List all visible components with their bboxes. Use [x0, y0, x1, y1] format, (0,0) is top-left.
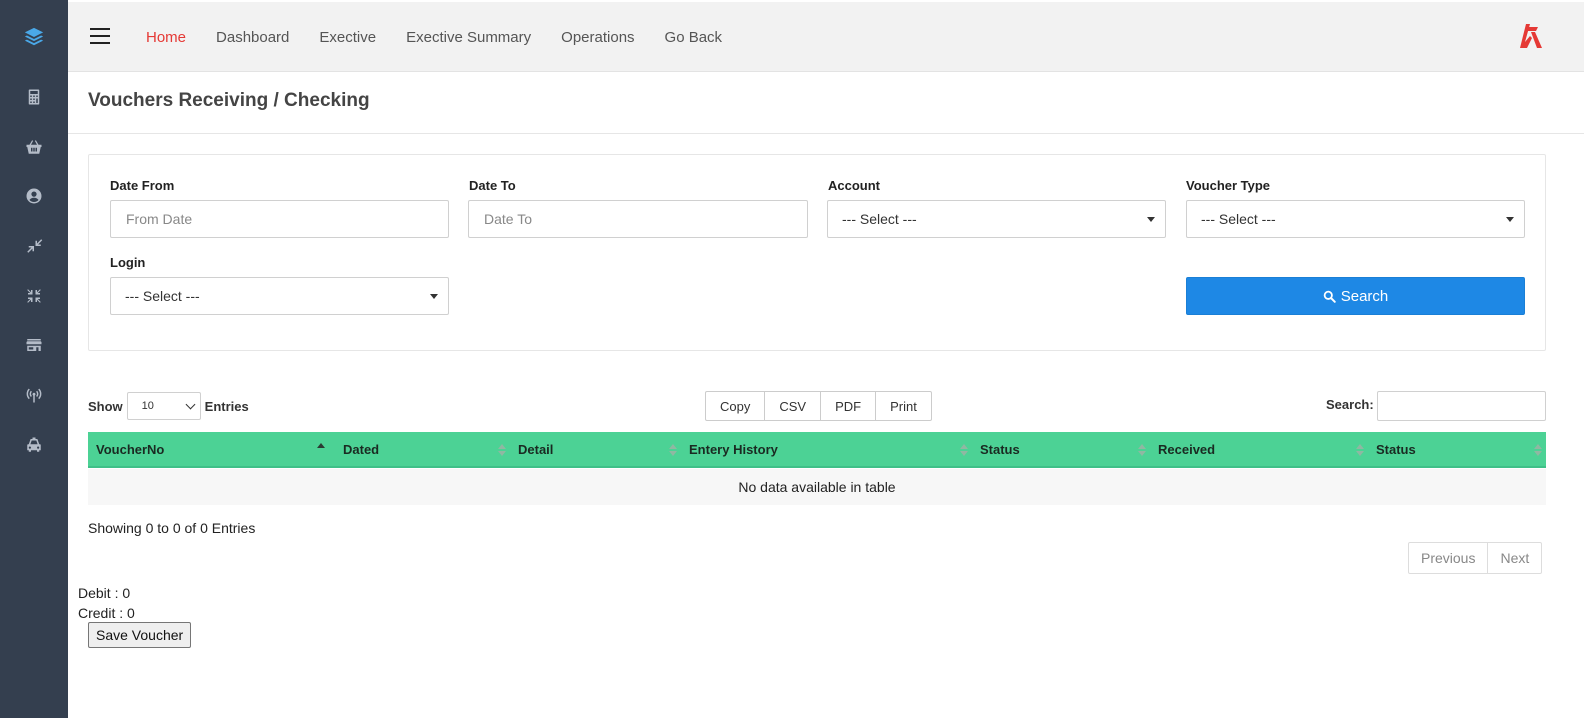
- table-info: Showing 0 to 0 of 0 Entries: [88, 520, 256, 536]
- column-label: VoucherNo: [96, 441, 165, 457]
- login-label: Login: [110, 255, 146, 270]
- save-voucher-button[interactable]: Save Voucher: [88, 622, 192, 648]
- column-header-dated[interactable]: Dated: [335, 432, 510, 466]
- nav-exective-summary[interactable]: Exective Summary: [406, 29, 531, 46]
- nav-dashboard[interactable]: Dashboard: [216, 29, 289, 46]
- chevron-down-icon: [1147, 217, 1155, 222]
- brand-logo-icon[interactable]: [1516, 22, 1544, 50]
- collapse-arrows-icon[interactable]: [0, 281, 68, 311]
- nav-go-back[interactable]: Go Back: [665, 29, 723, 46]
- account-select[interactable]: --- Select ---: [827, 200, 1166, 238]
- csv-button[interactable]: CSV: [764, 391, 822, 421]
- date-to-label: Date To: [469, 178, 516, 193]
- show-label: Show: [88, 398, 123, 414]
- previous-page-button[interactable]: Previous: [1408, 542, 1489, 574]
- copy-button[interactable]: Copy: [705, 391, 766, 421]
- column-label: Status: [1376, 441, 1416, 457]
- login-select[interactable]: --- Select ---: [110, 277, 449, 315]
- table-header: VoucherNo Dated Detail Entery History St…: [88, 432, 1546, 468]
- page-length-value: 10: [141, 400, 154, 412]
- search-button[interactable]: Search: [1186, 277, 1525, 315]
- date-to-input[interactable]: [468, 200, 808, 238]
- date-from-input[interactable]: [110, 200, 449, 238]
- car-icon[interactable]: [0, 430, 68, 460]
- sort-icon: [669, 444, 677, 456]
- voucher-type-select[interactable]: --- Select ---: [1186, 200, 1525, 238]
- date-from-label: Date From: [110, 178, 175, 193]
- column-label: Entery History: [689, 441, 778, 457]
- pdf-button[interactable]: PDF: [820, 391, 877, 421]
- page-length-select[interactable]: 10: [126, 392, 201, 420]
- sidebar: [0, 0, 68, 718]
- column-header-status-2[interactable]: Status: [1368, 432, 1546, 466]
- top-navbar: Home Dashboard Exective Exective Summary…: [68, 2, 1584, 72]
- table-empty-row: No data available in table: [88, 469, 1546, 505]
- sort-icon: [1138, 444, 1146, 456]
- sort-icon: [1356, 444, 1364, 456]
- account-select-value: --- Select ---: [842, 211, 917, 227]
- voucher-type-select-value: --- Select ---: [1201, 211, 1276, 227]
- column-label: Dated: [343, 441, 380, 457]
- voucher-type-label: Voucher Type: [1186, 178, 1271, 193]
- column-header-received[interactable]: Received: [1150, 432, 1368, 466]
- page-length-control: Show 10 Entries: [88, 392, 249, 420]
- table-search-input[interactable]: [1377, 391, 1546, 421]
- sort-icon: [1534, 444, 1542, 456]
- sort-icon: [498, 444, 506, 456]
- column-header-detail[interactable]: Detail: [510, 432, 681, 466]
- main-nav: Home Dashboard Exective Exective Summary…: [146, 2, 752, 72]
- column-header-voucherno[interactable]: VoucherNo: [88, 432, 335, 466]
- column-label: Detail: [518, 441, 554, 457]
- search-icon: [1323, 290, 1336, 303]
- nav-operations[interactable]: Operations: [561, 29, 634, 46]
- basket-icon[interactable]: [0, 132, 68, 162]
- calculator-icon[interactable]: [0, 82, 68, 112]
- nav-exective[interactable]: Exective: [319, 29, 376, 46]
- pagination: Previous Next: [1408, 542, 1543, 574]
- layers-icon[interactable]: [0, 22, 68, 52]
- page-title: Vouchers Receiving / Checking: [88, 90, 370, 111]
- entries-label: Entries: [204, 398, 249, 414]
- sort-icon: [960, 444, 968, 456]
- store-icon[interactable]: [0, 330, 68, 360]
- login-select-value: --- Select ---: [125, 288, 200, 304]
- chevron-down-icon: [185, 399, 196, 410]
- credit-total: Credit : 0: [78, 605, 135, 621]
- column-label: Received: [1158, 441, 1216, 457]
- broadcast-icon[interactable]: [0, 380, 68, 410]
- user-circle-icon[interactable]: [0, 181, 68, 211]
- nav-home[interactable]: Home: [146, 29, 186, 46]
- chevron-down-icon: [1506, 217, 1514, 222]
- export-buttons: Copy CSV PDF Print: [705, 391, 932, 421]
- title-divider: [68, 133, 1584, 134]
- chevron-down-icon: [430, 294, 438, 299]
- account-label: Account: [828, 178, 880, 193]
- filter-card: Date From Date To Account --- Select ---…: [88, 154, 1546, 351]
- menu-toggle-icon[interactable]: [90, 28, 110, 44]
- sort-asc-icon: [317, 443, 325, 455]
- column-header-entery-history[interactable]: Entery History: [681, 432, 972, 466]
- print-button[interactable]: Print: [875, 391, 932, 421]
- column-header-status[interactable]: Status: [972, 432, 1150, 466]
- search-button-label: Search: [1340, 287, 1389, 305]
- debit-total: Debit : 0: [78, 585, 131, 601]
- column-label: Status: [980, 441, 1020, 457]
- next-page-button[interactable]: Next: [1487, 542, 1543, 574]
- table-search-label: Search:: [1326, 397, 1374, 412]
- voucher-totals: Debit : 0 Credit : 0: [78, 583, 135, 623]
- compress-icon[interactable]: [0, 231, 68, 261]
